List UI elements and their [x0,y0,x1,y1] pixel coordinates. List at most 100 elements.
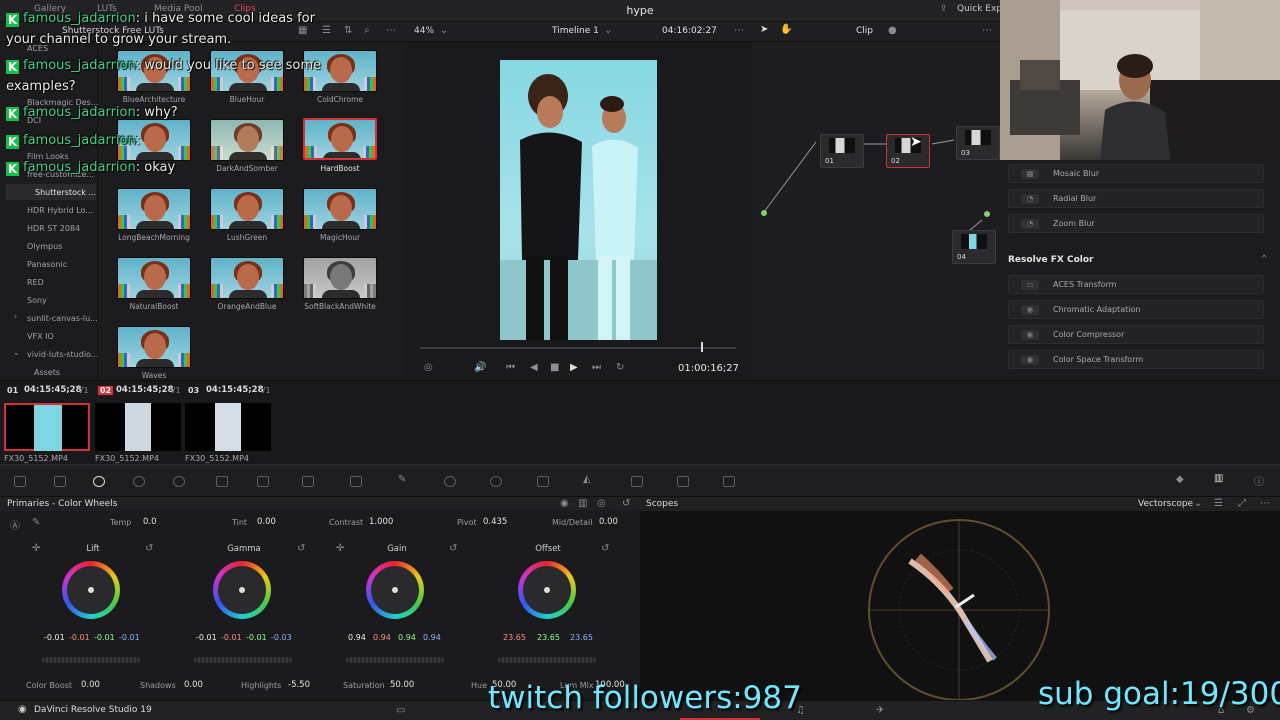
fx-item-chromatic-adaptation[interactable]: ◉ Chromatic Adaptation [1008,300,1264,319]
contrast-value[interactable]: 1.000 [369,517,393,527]
zoom-level[interactable]: 44% [414,26,434,36]
loop-icon[interactable]: ↻ [616,362,624,373]
window-icon[interactable] [444,476,456,487]
motion-effects-icon[interactable] [216,476,228,487]
play-reverse-icon[interactable]: ◀ [530,362,538,373]
rgb-mixer-icon[interactable] [133,476,145,487]
gain-master-value[interactable]: 0.94 [348,633,366,642]
gain-red-value[interactable]: 0.94 [373,633,391,642]
gamma-blue-value[interactable]: -0.03 [271,633,292,642]
gain-picker-icon[interactable]: ✛ [336,543,344,554]
play-icon[interactable]: ▶ [570,362,578,373]
sidebar-item-sunlit-canvas[interactable]: sunlit-canvas-lu... [27,314,98,323]
tint-value[interactable]: 0.00 [257,517,276,527]
gain-color-wheel[interactable] [366,561,424,619]
gamma-master-wheel[interactable] [194,657,292,663]
sidebar-item-assets[interactable]: Assets [34,368,60,377]
color-boost-value[interactable]: 0.00 [81,680,100,690]
tracker-icon[interactable] [490,476,502,487]
pointer-tool-icon[interactable]: ➤ [760,24,768,35]
scope-chevron-icon[interactable]: ⌄ [1194,498,1202,509]
go-to-start-icon[interactable]: ⏮ [506,362,515,373]
sort-icon[interactable]: ⇅ [344,25,352,36]
color-match-icon[interactable] [54,476,66,487]
node-03[interactable]: 03 [956,126,1000,160]
deliver-page-icon[interactable]: ✈ [876,705,884,716]
offset-color-wheel[interactable] [518,561,576,619]
lift-master-wheel[interactable] [42,657,140,663]
sidebar-item-hdr-hybrid[interactable]: HDR Hybrid Lo... [27,206,93,215]
white-balance-picker-icon[interactable]: ✎ [32,517,40,528]
fx-item-mosaic-blur[interactable]: ▦ Mosaic Blur [1008,164,1264,183]
gamma-green-value[interactable]: -0.01 [246,633,267,642]
qualifier-icon[interactable] [350,476,362,487]
gamma-reset-icon[interactable]: ↺ [297,543,305,554]
camera-raw-icon[interactable] [14,476,26,487]
scope-type-selector[interactable]: Vectorscope [1138,499,1193,509]
fx-item-color-compressor[interactable]: ◉ Color Compressor [1008,325,1264,344]
color-wheels-icon[interactable] [93,476,105,487]
sizing-icon[interactable] [677,476,689,487]
offset-green-value[interactable]: 23.65 [537,633,560,642]
magic-mask-icon[interactable] [537,476,549,487]
viewer-frame[interactable] [500,60,657,340]
hand-tool-icon[interactable]: ✋ [780,24,792,35]
saturation-value[interactable]: 50.00 [390,680,414,690]
clip-thumbnail[interactable] [95,403,181,451]
sidebar-item-hdr-st2084[interactable]: HDR ST 2084 [27,224,80,233]
scope-options-icon[interactable]: ⋯ [1260,498,1270,509]
info-icon[interactable]: ⓘ [1254,473,1264,488]
sidebar-item-red[interactable]: RED [27,278,44,287]
node-04[interactable]: 04 [952,230,996,264]
lift-reset-icon[interactable]: ↺ [145,543,153,554]
3d-icon[interactable] [723,476,735,487]
gamma-color-wheel[interactable] [213,561,271,619]
gain-reset-icon[interactable]: ↺ [449,543,457,554]
scopes-icon[interactable]: ▥ [1214,473,1223,484]
wheels-mode-icon[interactable]: ◉ [560,498,569,509]
highlights-value[interactable]: -5.50 [288,680,310,690]
sidebar-item-olympus[interactable]: Olympus [27,242,62,251]
node-01[interactable]: 01 [820,134,864,168]
eyedropper-icon[interactable]: ✎ [398,474,406,485]
key-icon[interactable] [631,476,643,487]
offset-blue-value[interactable]: 23.65 [570,633,593,642]
sidebar-item-panasonic[interactable]: Panasonic [27,260,67,269]
collapse-chevron-icon[interactable]: ⌄ [13,348,20,357]
lut-thumbnail[interactable] [117,326,191,368]
sidebar-item-sony[interactable]: Sony [27,296,47,305]
lift-blue-value[interactable]: -0.01 [119,633,140,642]
lift-green-value[interactable]: -0.01 [94,633,115,642]
gain-blue-value[interactable]: 0.94 [423,633,441,642]
auto-balance-icon[interactable]: Ⓐ [10,517,20,532]
go-to-end-icon[interactable]: ⏭ [592,362,601,373]
lut-thumbnail[interactable] [210,119,284,161]
hdr-wheels-icon[interactable] [173,476,185,487]
node-mode-selector[interactable]: Clip [856,26,873,36]
mid-detail-value[interactable]: 0.00 [599,517,618,527]
chevron-down-icon[interactable]: ⌄ [440,25,448,36]
media-page-icon[interactable]: ▭ [396,705,405,716]
lut-thumbnail-selected[interactable] [303,118,377,160]
sidebar-item-shutterstock[interactable]: Shutterstock ... [35,188,96,197]
temp-value[interactable]: 0.0 [143,517,157,527]
lut-thumbnail[interactable] [117,257,191,299]
scope-settings-icon[interactable]: ☰ [1214,498,1223,509]
viewer-options-icon[interactable]: ⋯ [734,25,744,36]
reset-all-icon[interactable]: ↺ [622,498,630,509]
blur-icon[interactable]: ◭ [583,474,591,485]
upload-icon[interactable]: ⇪ [940,4,948,14]
pivot-value[interactable]: 0.435 [483,517,507,527]
expand-scope-icon[interactable]: ⤢ [1238,498,1246,509]
node-zoom-slider[interactable]: ● [888,25,897,36]
fx-item-radial-blur[interactable]: ◔ Radial Blur [1008,189,1264,208]
lut-thumbnail[interactable] [210,188,284,230]
gain-master-wheel[interactable] [346,657,444,663]
search-icon[interactable]: ⌕ [364,25,370,36]
shadows-value[interactable]: 0.00 [184,680,203,690]
stop-icon[interactable]: ■ [550,362,559,373]
sidebar-item-vivid-luts[interactable]: vivid-luts-studio... [27,350,98,359]
lut-thumbnail[interactable] [303,257,377,299]
log-mode-icon[interactable]: ◎ [597,498,606,509]
fx-item-color-space-transform[interactable]: ◉ Color Space Transform [1008,350,1264,369]
